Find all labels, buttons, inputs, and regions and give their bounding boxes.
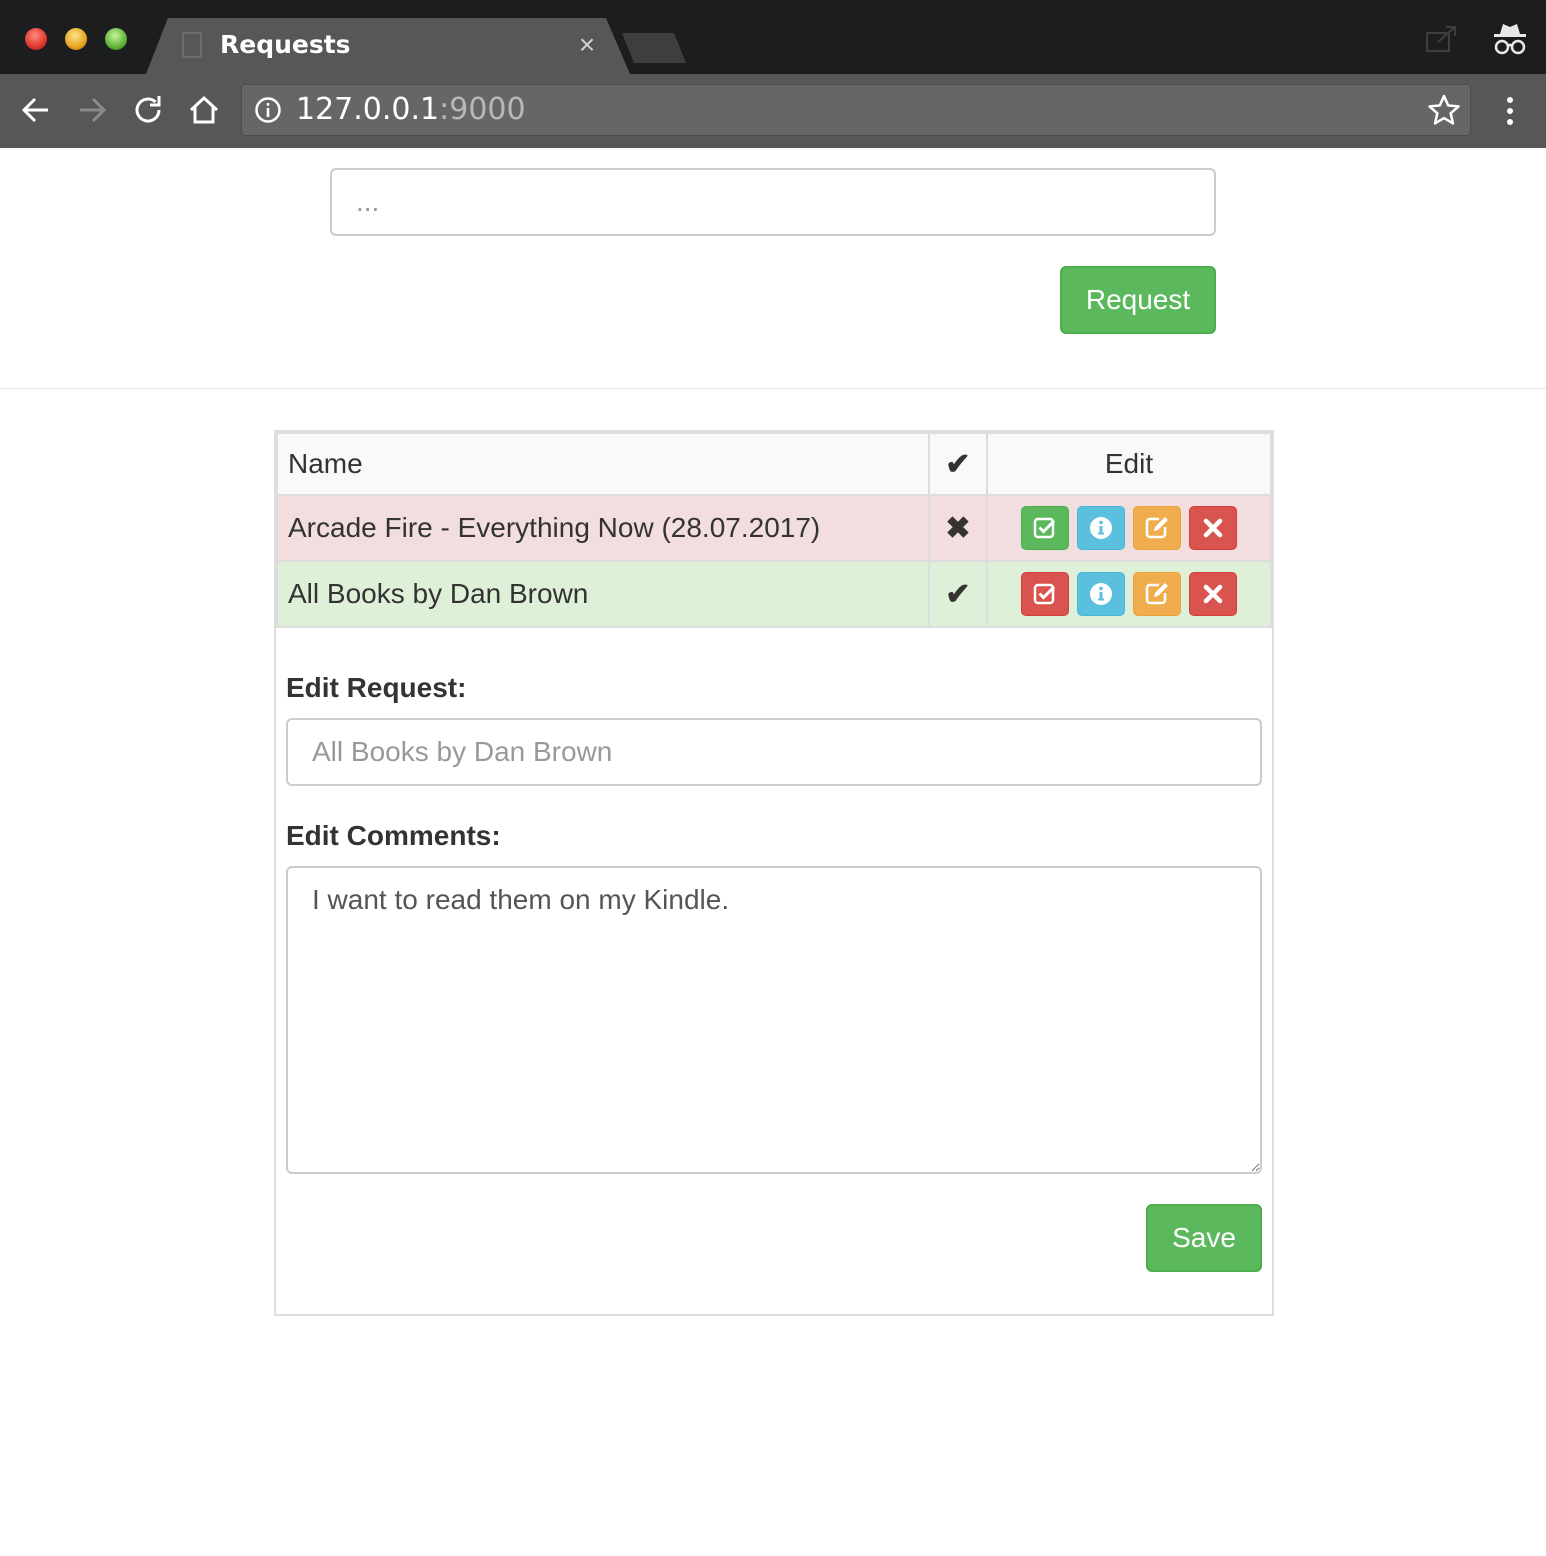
minimize-window-button[interactable] xyxy=(65,28,87,50)
close-window-button[interactable] xyxy=(25,28,47,50)
save-button[interactable]: Save xyxy=(1146,1204,1262,1272)
delete-button[interactable] xyxy=(1189,506,1237,550)
tab-title: Requests xyxy=(220,30,351,59)
requests-table: Name ✔ Edit Arcade Fire - Everything Now… xyxy=(276,432,1272,628)
toggle-done-button[interactable] xyxy=(1021,572,1069,616)
edit-comments-label: Edit Comments: xyxy=(286,820,501,851)
column-header-name: Name xyxy=(276,432,930,496)
column-header-check: ✔ xyxy=(928,432,988,496)
url-text[interactable]: 127.0.0.1:9000 xyxy=(296,92,526,128)
url-port: :9000 xyxy=(439,92,526,127)
edit-comments-textarea[interactable]: I want to read them on my Kindle. xyxy=(286,866,1262,1174)
table-header-row: Name ✔ Edit xyxy=(276,432,1272,496)
table-row: All Books by Dan Brown ✔ xyxy=(276,560,1272,628)
edit-request-label: Edit Request: xyxy=(286,672,467,703)
request-input[interactable] xyxy=(330,168,1216,236)
toggle-done-button[interactable] xyxy=(1021,506,1069,550)
tab-close-icon[interactable]: × xyxy=(574,30,600,60)
bookmark-star-icon[interactable] xyxy=(1427,93,1461,127)
edit-icon xyxy=(1145,583,1168,605)
edit-icon xyxy=(1145,517,1168,539)
site-info-icon[interactable] xyxy=(254,96,282,124)
reload-icon[interactable] xyxy=(128,90,168,130)
forward-arrow-icon[interactable] xyxy=(72,90,112,130)
row-actions xyxy=(986,560,1272,628)
info-button[interactable] xyxy=(1077,506,1125,550)
url-host: 127.0.0.1 xyxy=(296,92,440,127)
request-name: Arcade Fire - Everything Now (28.07.2017… xyxy=(276,494,930,562)
status-mark: ✔ xyxy=(928,560,988,628)
remove-icon xyxy=(1203,584,1223,604)
document-icon xyxy=(182,32,202,58)
maximize-window-button[interactable] xyxy=(105,28,127,50)
browser-menu-icon[interactable] xyxy=(1500,94,1520,128)
row-actions xyxy=(986,494,1272,562)
status-mark: ✖ xyxy=(928,494,988,562)
home-icon[interactable] xyxy=(184,90,224,130)
remove-icon xyxy=(1203,518,1223,538)
browser-tab-active[interactable] xyxy=(146,18,630,74)
table-row: Arcade Fire - Everything Now (28.07.2017… xyxy=(276,494,1272,562)
divider xyxy=(0,388,1546,389)
info-button[interactable] xyxy=(1077,572,1125,616)
request-name: All Books by Dan Brown xyxy=(276,560,930,628)
edit-button[interactable] xyxy=(1133,506,1181,550)
column-header-edit: Edit xyxy=(986,432,1272,496)
check-square-icon xyxy=(1033,517,1056,539)
edit-request-input[interactable] xyxy=(286,718,1262,786)
cast-icon[interactable] xyxy=(1424,24,1458,54)
check-square-icon xyxy=(1033,583,1056,605)
info-icon xyxy=(1090,583,1112,605)
request-button[interactable]: Request xyxy=(1060,266,1216,334)
info-icon xyxy=(1090,517,1112,539)
delete-button[interactable] xyxy=(1189,572,1237,616)
incognito-icon xyxy=(1494,24,1526,55)
back-arrow-icon[interactable] xyxy=(16,90,56,130)
edit-button[interactable] xyxy=(1133,572,1181,616)
